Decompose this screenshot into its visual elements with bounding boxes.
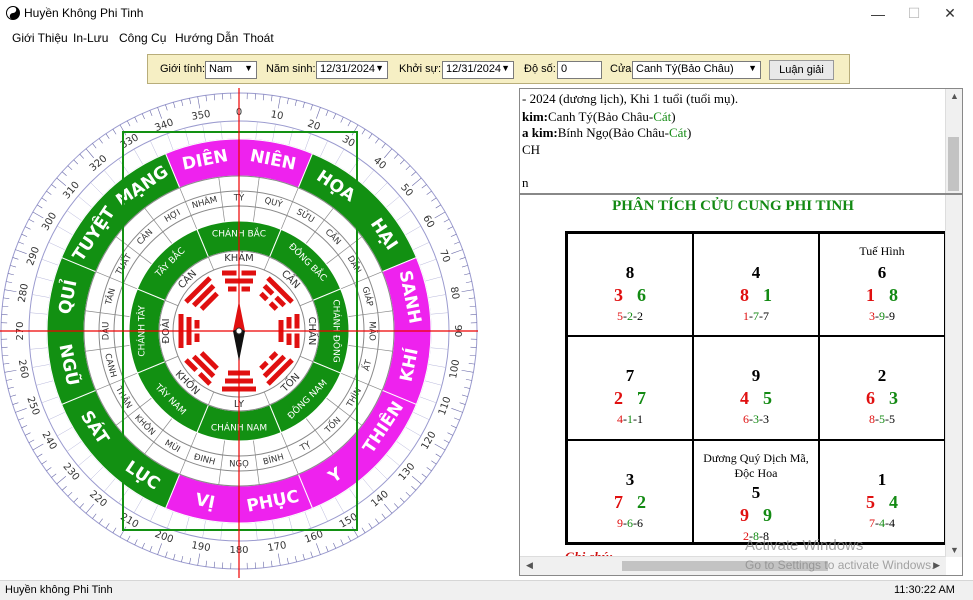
- scroll-up-icon[interactable]: ▲: [950, 91, 959, 101]
- palace-year-month: 6-3-3: [743, 412, 769, 427]
- palace-main-star: 4: [751, 263, 761, 282]
- palace-year-month: 5-2-2: [617, 309, 643, 323]
- chevron-down-icon: ▼: [375, 63, 384, 73]
- palace-year-month: 7-4-4: [869, 515, 895, 530]
- info-line-menh-1: kim:Canh Tý(Bảo Châu-Cát): [522, 109, 676, 124]
- start-date-label: Khởi sự:: [399, 63, 442, 75]
- door-select[interactable]: Canh Tý(Bảo Châu) ▼: [632, 61, 761, 79]
- palace-star-pair: 45: [740, 388, 772, 409]
- palace-main-star: 1: [877, 469, 887, 489]
- palace-main-star: 2: [877, 366, 887, 386]
- scroll-left-icon[interactable]: ◀: [526, 560, 533, 571]
- menu-thoat[interactable]: Thoát: [243, 31, 274, 45]
- palace-cell: 1 5 4 7-4-4: [819, 439, 945, 543]
- palace-star-pair: 36: [614, 285, 646, 305]
- birth-date-picker[interactable]: 12/31/2024 ▼: [316, 61, 388, 79]
- birth-year-label: Năm sinh:: [266, 63, 316, 75]
- status-time: 11:30:22 AM: [894, 584, 955, 596]
- palace-star-pair: 27: [614, 388, 646, 409]
- needle-pivot: [235, 327, 243, 335]
- gender-select[interactable]: Nam ▼: [205, 61, 257, 79]
- compass-drawing: 0102030405060708090100110120130140150160…: [0, 88, 478, 578]
- palace-cell: Dương Quý Dịch Mã, Độc Hoa 5 9 9 2-8-8: [693, 439, 819, 543]
- info-line-4: CH: [522, 142, 541, 157]
- degree-label: 10: [270, 109, 284, 122]
- info-line-5: n: [522, 175, 529, 190]
- chevron-down-icon: ▼: [244, 63, 253, 73]
- menu-gioi-thieu[interactable]: Giới Thiệu: [12, 31, 68, 45]
- scroll-down-icon[interactable]: ▼: [950, 545, 959, 555]
- info-text-pane: - 2024 (dương lịch), Khi 1 tuổi (tuổi mụ…: [519, 88, 963, 194]
- star-label: VỊ: [194, 490, 217, 513]
- luopan-compass: 0102030405060708090100110120130140150160…: [0, 88, 478, 578]
- palace-star-pair: 72: [614, 491, 646, 512]
- palace-main-star: 9: [751, 366, 761, 386]
- palace-star-pair: 63: [866, 388, 898, 409]
- status-app-name: Huyền không Phi Tinh: [5, 584, 113, 596]
- menu-bar: Giới Thiệu In-Lưu Công Cụ Hướng Dẫn Thoá…: [0, 27, 973, 49]
- title-bar: Huyền Không Phi Tinh — ☐ ✕: [0, 0, 973, 27]
- palace-star-pair: 99: [740, 504, 772, 525]
- activation-watermark-title: Activate Windows: [745, 537, 864, 554]
- info-line-menh-2: a kim:Bính Ngọ(Bảo Châu-Cát): [522, 125, 692, 140]
- degree-label: Độ số:: [524, 63, 556, 75]
- palace-main-star: 8: [625, 263, 635, 282]
- gender-label: Giới tính:: [160, 63, 206, 75]
- chevron-down-icon: ▼: [748, 63, 757, 73]
- yin-yang-icon: [6, 6, 20, 20]
- menu-cong-cu[interactable]: Công Cụ: [119, 31, 166, 45]
- palace-year-month: 8-5-5: [869, 412, 895, 427]
- window-title: Huyền Không Phi Tinh: [24, 6, 144, 20]
- palace-cell: Tuế Hình 6 1 8 3-9-9: [819, 233, 945, 337]
- palace-cell: 2 6 3 8-5-5: [819, 336, 945, 440]
- palace-cell: 9 4 5 6-3-3: [693, 336, 819, 440]
- degree-input[interactable]: 0: [557, 61, 602, 79]
- info-line-year: - 2024 (dương lịch), Khi 1 tuổi (tuổi mụ…: [522, 91, 739, 106]
- analysis-vertical-scrollbar[interactable]: ▼: [945, 195, 962, 557]
- palace-note: Tuế Hình: [859, 244, 905, 258]
- palace-main-star: 3: [625, 469, 635, 489]
- analysis-pane: PHÂN TÍCH CỬU CUNG PHI TINH 8 3 6 5-2-2 4 8 1 1…: [519, 194, 963, 576]
- palace-year-month: 9-6-6: [617, 515, 643, 530]
- activation-watermark-subtitle: Go to Settings to activate Windows.: [745, 558, 935, 572]
- analysis-title: PHÂN TÍCH CỬU CUNG PHI TINH: [612, 198, 854, 214]
- palace-year-month: 3-9-9: [869, 309, 895, 323]
- door-label: Cửa:: [610, 63, 635, 75]
- palace-main-star: 7: [625, 366, 635, 386]
- analyze-button[interactable]: Luận giải: [769, 60, 834, 80]
- palace-main-star: 5: [751, 482, 761, 502]
- input-toolbar: Giới tính: Nam ▼ Năm sinh: 12/31/2024 ▼ Kh…: [147, 54, 850, 84]
- palace-cell: 8 3 6 5-2-2: [567, 233, 693, 337]
- palace-cell: 7 2 7 4-1-1: [567, 336, 693, 440]
- palace-cell: 4 8 1 1-7-7: [693, 233, 819, 337]
- palace-note: Dương Quý Dịch Mã, Độc Hoa: [703, 450, 809, 480]
- palace-year-month: 1-7-7: [743, 309, 769, 323]
- palace-year-month: 4-1-1: [617, 412, 643, 427]
- palace-star-pair: 18: [866, 285, 898, 305]
- degree-label: 80: [448, 286, 461, 300]
- palace-star-pair: 54: [866, 491, 898, 512]
- info-scrollbar[interactable]: ▲: [945, 89, 962, 193]
- chevron-down-icon: ▼: [501, 63, 510, 73]
- menu-huong-dan[interactable]: Hướng Dẫn: [175, 31, 238, 45]
- nine-palace-grid: 8 3 6 5-2-2 4 8 1 1-7-7 Tuế Hình 6 1 8 3-9-9 7 2 7 4-1-1…: [565, 231, 947, 545]
- scroll-thumb[interactable]: [948, 137, 959, 191]
- palace-main-star: 6: [877, 263, 887, 282]
- start-date-picker[interactable]: 12/31/2024 ▼: [442, 61, 514, 79]
- palace-star-pair: 81: [740, 285, 772, 305]
- menu-in-luu[interactable]: In-Lưu: [73, 31, 108, 45]
- close-button[interactable]: ✕: [927, 0, 973, 27]
- palace-cell: 3 7 2 9-6-6: [567, 439, 693, 543]
- status-bar: Huyền không Phi Tinh 11:30:22 AM: [0, 580, 973, 600]
